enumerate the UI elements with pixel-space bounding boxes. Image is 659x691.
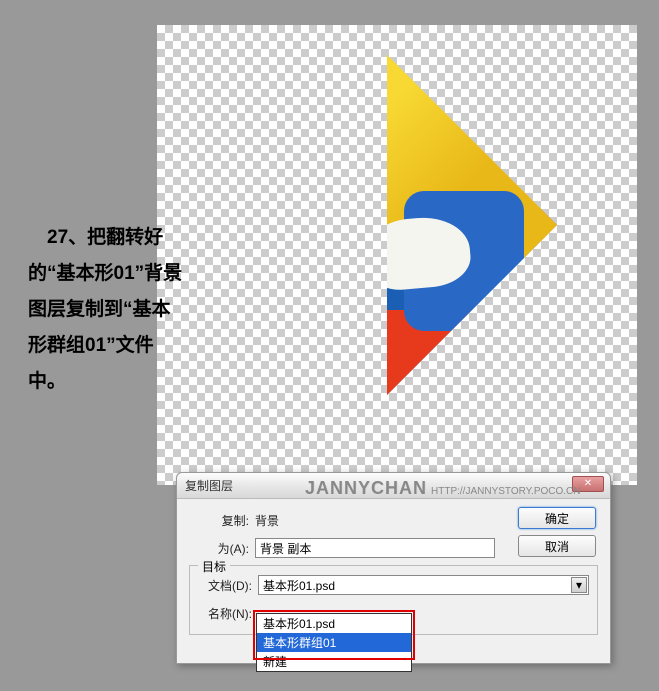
copy-label: 复制: xyxy=(189,512,249,529)
dropdown-item-2[interactable]: 新建 xyxy=(257,652,411,671)
dialog-title: 复制图层 xyxy=(185,477,233,494)
watermark: JANNYCHAN HTTP://JANNYSTORY.POCO.CN xyxy=(305,478,581,499)
triangle-overlay xyxy=(217,55,557,395)
doc-select-value: 基本形01.psd xyxy=(263,577,335,594)
watermark-main: JANNYCHAN xyxy=(305,478,427,499)
as-label: 为(A): xyxy=(189,540,249,557)
dropdown-item-0[interactable]: 基本形01.psd xyxy=(257,614,411,633)
doc-select[interactable]: 基本形01.psd ▾ xyxy=(258,575,589,595)
doc-dropdown-list: 基本形01.psd 基本形群组01 新建 xyxy=(256,613,412,672)
watermark-url: HTTP://JANNYSTORY.POCO.CN xyxy=(431,486,580,497)
as-input[interactable] xyxy=(255,538,495,558)
cancel-button[interactable]: 取消 xyxy=(518,535,596,557)
copy-value: 背景 xyxy=(255,512,279,529)
close-icon: ✕ xyxy=(584,478,592,489)
name-label: 名称(N): xyxy=(198,605,252,622)
instruction-text: 27、把翻转好的“基本形01”背景图层复制到“基本形群组01”文件中。 xyxy=(28,220,188,400)
ok-button[interactable]: 确定 xyxy=(518,507,596,529)
doc-label: 文档(D): xyxy=(198,577,252,594)
img-red xyxy=(217,310,557,395)
chevron-down-icon: ▾ xyxy=(571,577,587,593)
dialog-buttons: 确定 取消 xyxy=(518,507,598,563)
canvas-checkerboard xyxy=(157,25,637,485)
target-legend: 目标 xyxy=(198,558,230,575)
dropdown-item-1[interactable]: 基本形群组01 xyxy=(257,633,411,652)
